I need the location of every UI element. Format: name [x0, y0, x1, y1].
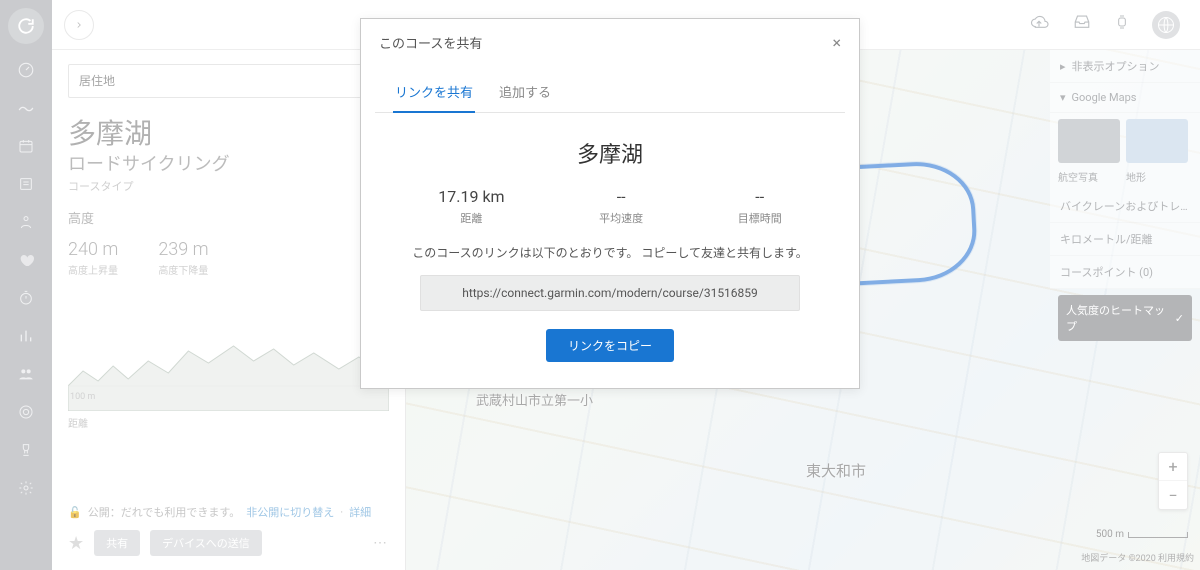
modal-distance-value: 17.19 km	[438, 187, 504, 206]
map-provider-toggle[interactable]: ▾ Google Maps	[1050, 83, 1200, 113]
map-scale: 500 m	[1096, 529, 1188, 540]
detail-link[interactable]: 詳細	[349, 504, 371, 520]
gauge-icon[interactable]	[14, 58, 38, 82]
gear-icon[interactable]	[14, 476, 38, 500]
heart-icon[interactable]	[14, 248, 38, 272]
stats-icon[interactable]	[14, 324, 38, 348]
heatmap-button[interactable]: 人気度のヒートマップ✓	[1058, 295, 1192, 341]
check-icon: ✓	[1175, 312, 1184, 325]
course-title: 多摩湖	[68, 112, 389, 152]
modal-speed-value: --	[599, 187, 643, 206]
course-side-panel: 多摩湖 ロードサイクリング コースタイプ 高度 240 m 高度上昇量 239 …	[52, 50, 406, 570]
modal-description: このコースのリンクは以下のとおりです。 コピーして友達と共有します。	[391, 244, 829, 261]
favorite-star-icon[interactable]: ★	[68, 533, 84, 554]
share-link-field[interactable]: https://connect.garmin.com/modern/course…	[420, 275, 800, 311]
modal-distance-label: 距離	[438, 210, 504, 226]
ascent-value: 240 m	[68, 239, 118, 260]
cloud-upload-icon[interactable]	[1028, 13, 1050, 36]
descent-label: 高度下降量	[158, 262, 208, 277]
share-course-modal: このコースを共有 × リンクを共有 追加する 多摩湖 17.19 km 距離 -…	[360, 18, 860, 389]
tab-add[interactable]: 追加する	[497, 74, 553, 112]
news-icon[interactable]	[14, 172, 38, 196]
map-label: 武蔵村山市立第一小	[476, 390, 593, 409]
app-logo-icon[interactable]	[8, 8, 44, 44]
copy-link-button[interactable]: リンクをコピー	[546, 329, 674, 362]
location-search-input[interactable]	[68, 64, 389, 98]
unlock-icon: 🔓	[68, 506, 82, 519]
elevation-x-label: 距離	[68, 415, 389, 430]
make-private-link[interactable]: 非公開に切り替え	[246, 504, 334, 520]
inbox-icon[interactable]	[1072, 13, 1092, 36]
modal-speed-label: 平均速度	[599, 210, 643, 226]
modal-time-label: 目標時間	[738, 210, 782, 226]
target-icon[interactable]	[14, 400, 38, 424]
modal-time-value: --	[738, 187, 782, 206]
trophy-icon[interactable]	[14, 438, 38, 462]
calendar-icon[interactable]	[14, 134, 38, 158]
tab-share-link[interactable]: リンクを共有	[393, 74, 475, 113]
bike-lanes-option[interactable]: バイクレーンおよびトレ…	[1050, 190, 1200, 223]
map-options-panel: ▸ 非表示オプション ▾ Google Maps 航空写真 地形 バイクレーンお…	[1050, 50, 1200, 347]
terrain-thumb[interactable]	[1126, 119, 1188, 163]
nav-forward-button[interactable]	[64, 10, 94, 40]
thumb-label: 航空写真	[1058, 169, 1120, 184]
send-to-device-button[interactable]: デバイスへの送信	[150, 530, 262, 556]
satellite-thumb[interactable]	[1058, 119, 1120, 163]
zoom-out-button[interactable]: −	[1159, 481, 1187, 509]
share-button[interactable]: 共有	[94, 530, 140, 556]
more-menu-icon[interactable]: ⋯	[373, 535, 389, 551]
elevation-section-label: 高度	[68, 208, 389, 227]
elevation-chart: 100 m	[68, 291, 389, 411]
map-attribution: 地図データ ©2020 利用規約	[1081, 551, 1194, 564]
descent-value: 239 m	[158, 239, 208, 260]
course-type: ロードサイクリング	[68, 154, 389, 176]
course-type-label: コースタイプ	[68, 178, 389, 194]
close-icon[interactable]: ×	[832, 33, 841, 52]
zoom-control: + −	[1158, 452, 1188, 510]
zoom-in-button[interactable]: +	[1159, 453, 1187, 481]
watch-icon[interactable]	[1114, 12, 1130, 37]
map-label: 東大和市	[806, 460, 866, 481]
course-points-option[interactable]: コースポイント (0)	[1050, 256, 1200, 289]
modal-title: このコースを共有	[379, 33, 482, 52]
person-icon[interactable]	[14, 210, 38, 234]
thumb-label: 地形	[1126, 169, 1188, 184]
svg-text:100 m: 100 m	[70, 392, 95, 402]
left-navigation: 〜	[0, 0, 52, 570]
people-icon[interactable]	[14, 362, 38, 386]
profile-globe-icon[interactable]	[1152, 11, 1180, 39]
stopwatch-icon[interactable]	[14, 286, 38, 310]
km-markers-option[interactable]: キロメートル/距離	[1050, 223, 1200, 256]
privacy-text: 公開：だれでも利用できます。	[88, 504, 241, 520]
ascent-label: 高度上昇量	[68, 262, 118, 277]
display-options-toggle[interactable]: ▸ 非表示オプション	[1050, 50, 1200, 83]
wave-icon[interactable]: 〜	[14, 96, 38, 120]
modal-course-name: 多摩湖	[391, 137, 829, 169]
